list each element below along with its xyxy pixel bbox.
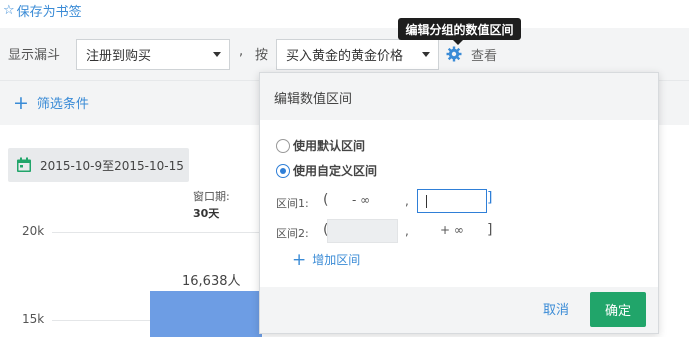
group-by-select[interactable]: 买入黄金的黄金价格 — [276, 39, 439, 70]
radio-custom-label: 使用自定义区间 — [293, 164, 378, 178]
y-tick-label: 15k — [22, 312, 45, 326]
radio-default[interactable] — [276, 138, 290, 153]
dialog-title: 编辑数值区间 — [274, 92, 353, 107]
chart-bar[interactable] — [150, 291, 262, 337]
save-bookmark-label: 保存为书签 — [16, 5, 82, 20]
confirm-button[interactable]: 确定 — [590, 292, 646, 327]
radio-default-label: 使用默认区间 — [293, 139, 366, 153]
group-by-label: 按 — [255, 48, 269, 63]
calendar-icon — [17, 157, 31, 172]
window-period-label: 窗口期: — [193, 190, 230, 203]
view-label[interactable]: 查看 — [471, 45, 497, 64]
range2-end: + ∞ — [440, 223, 464, 237]
funnel-select-value: 注册到购买 — [86, 49, 152, 64]
window-period-value: 30天 — [193, 207, 220, 220]
range1-end-input[interactable] — [417, 189, 487, 213]
y-tick-label: 20k — [22, 224, 45, 238]
top-bar: ☆ 保存为书签 — [0, 0, 689, 28]
range2-close-paren: ] — [487, 222, 493, 238]
range2-start-input — [327, 219, 398, 243]
date-range-text: 2015-10-9至2015-10-15 — [40, 158, 184, 173]
group-by-select-value: 买入黄金的黄金价格 — [286, 49, 404, 64]
cancel-button[interactable]: 取消 — [543, 299, 569, 318]
gear-tooltip: 编辑分组的数值区间 — [398, 18, 521, 45]
confirm-button-label: 确定 — [604, 304, 631, 319]
radio-custom[interactable] — [276, 163, 290, 178]
range1-open-paren: ( — [323, 192, 329, 208]
tooltip-text: 编辑分组的数值区间 — [405, 22, 514, 37]
edit-range-dialog: 编辑数值区间 使用默认区间 使用自定义区间 区间1: ( - ∞ , ] 区间2… — [259, 72, 659, 334]
dialog-header: 编辑数值区间 — [260, 73, 658, 120]
plus-icon: + — [13, 91, 29, 114]
date-range-picker[interactable]: 2015-10-9至2015-10-15 — [8, 148, 189, 182]
range2-label: 区间2: — [276, 227, 309, 240]
funnel-select[interactable]: 注册到购买 — [76, 39, 230, 70]
star-icon: ☆ — [3, 3, 15, 18]
add-range-button[interactable]: + 增加区间 — [292, 251, 360, 268]
chevron-down-icon — [213, 52, 221, 57]
text-cursor — [426, 195, 427, 208]
range1-close-paren: ] — [487, 190, 493, 206]
dialog-footer: 取消 确定 — [260, 287, 658, 333]
gear-icon[interactable] — [446, 46, 462, 62]
radio-custom-range[interactable]: 使用自定义区间 — [276, 162, 377, 179]
add-filter-label: 筛选条件 — [36, 97, 89, 112]
range1-label: 区间1: — [276, 197, 309, 210]
gridline — [52, 232, 262, 233]
range1-comma: , — [405, 194, 409, 208]
add-range-label: 增加区间 — [312, 253, 361, 267]
add-filter-button[interactable]: + 筛选条件 — [13, 93, 89, 112]
range2-comma: , — [405, 224, 409, 238]
plus-icon: + — [292, 249, 307, 270]
comma-separator: , — [239, 44, 244, 59]
save-bookmark-link[interactable]: ☆ 保存为书签 — [3, 1, 82, 20]
range1-start: - ∞ — [352, 193, 371, 207]
chevron-down-icon — [422, 52, 430, 57]
radio-default-range[interactable]: 使用默认区间 — [276, 137, 365, 154]
bar-data-label: 16,638人 — [182, 274, 241, 289]
funnel-label: 显示漏斗 — [8, 48, 61, 63]
